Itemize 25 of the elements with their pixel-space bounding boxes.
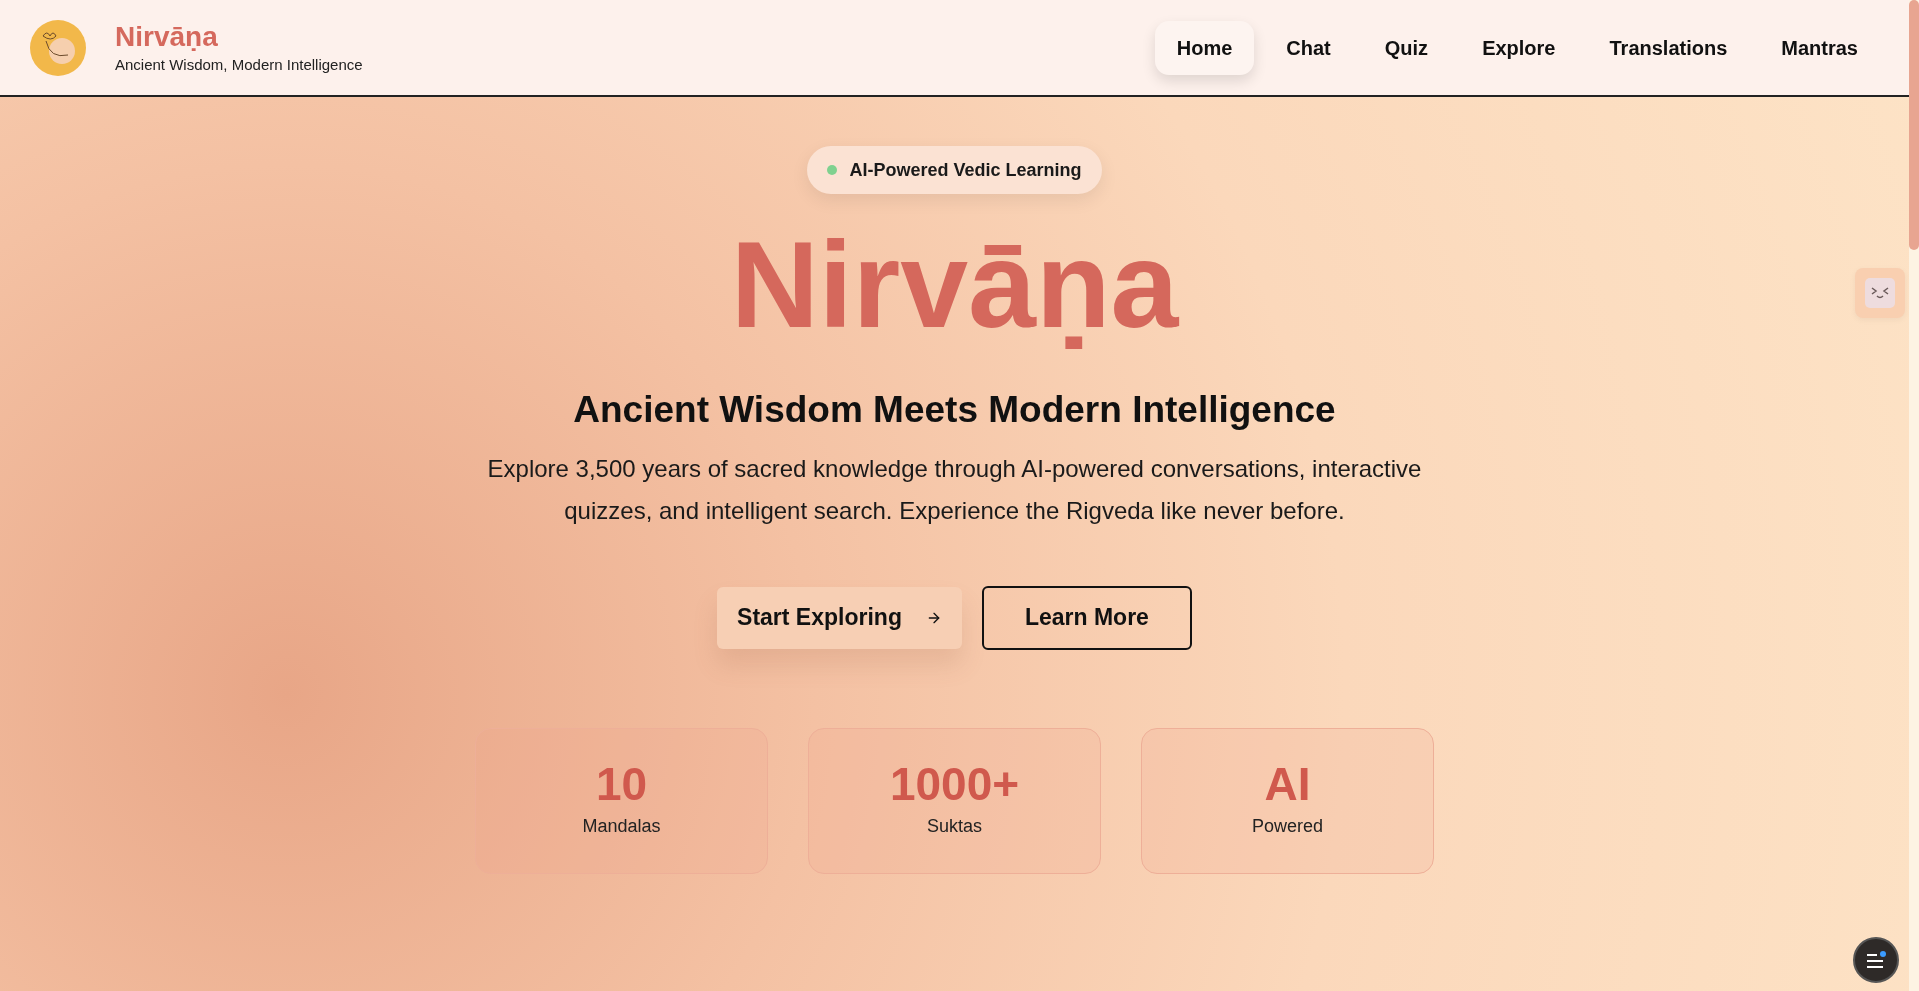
nav-link[interactable]: Quiz — [1362, 20, 1451, 75]
badge-text: AI-Powered Vedic Learning — [849, 158, 1082, 182]
scrollbar[interactable] — [1909, 0, 1919, 991]
nav-link[interactable]: Translations — [1587, 20, 1750, 75]
brand-name: Nirvāṇa — [115, 19, 219, 54]
nav-link[interactable]: Explore — [1460, 20, 1578, 75]
stat-label: Mandalas — [582, 815, 661, 838]
hero-description: Explore 3,500 years of sacred knowledge through AI-powered conversations, interactive quizzes, and intelligent search. Experience the Rigveda like never before. — [486, 453, 1423, 526]
stat-label: Suktas — [927, 815, 982, 838]
stat-label: Powered — [1251, 815, 1323, 838]
side-widget[interactable] — [1855, 268, 1905, 318]
menu-icon — [1865, 951, 1887, 969]
brand-tagline: Ancient Wisdom, Modern Intelligence — [115, 54, 363, 75]
hero-subtitle: Ancient Wisdom Meets Modern Intelligence — [573, 388, 1336, 432]
face-icon — [1865, 278, 1895, 308]
nav-link[interactable]: Chat — [1264, 20, 1353, 75]
learn-more-button[interactable]: Learn More — [981, 585, 1192, 650]
nav-link[interactable]: Home — [1154, 20, 1255, 75]
stat-value: 1000+ — [889, 761, 1020, 807]
stat-value: AI — [1264, 761, 1311, 807]
start-button[interactable]: Start Exploring — [717, 586, 962, 649]
menu-button[interactable] — [1853, 937, 1899, 983]
nav-link[interactable]: Mantras — [1759, 20, 1880, 75]
stat-value: 10 — [595, 761, 648, 807]
lotus-logo-icon — [29, 18, 87, 77]
